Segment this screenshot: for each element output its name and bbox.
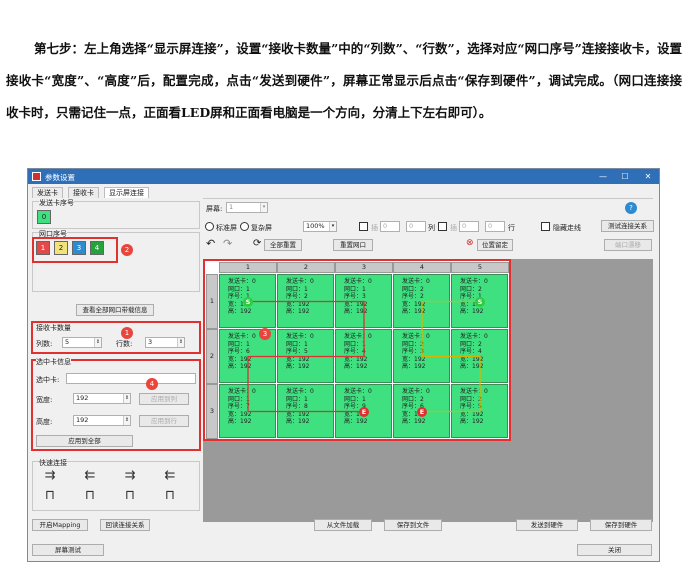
maximize-button[interactable]: ☐ — [615, 170, 635, 183]
snake-right-alt-icon[interactable]: ⇉ — [120, 467, 140, 485]
hide-lines-label: 隐藏走线 — [553, 224, 581, 232]
insert-row-a[interactable]: 0 — [459, 221, 479, 232]
row-unit-label: 行 — [508, 224, 515, 232]
rows-label: 行数: — [116, 340, 133, 348]
start-marker: S — [475, 296, 485, 307]
separator — [203, 198, 653, 199]
help-icon[interactable]: ? — [625, 202, 637, 214]
sender-card-0[interactable]: 0 — [37, 210, 51, 224]
send-to-hardware-button[interactable]: 发送到硬件 — [516, 519, 578, 531]
insert-row-label: 插 — [450, 224, 457, 232]
undo-icon[interactable]: ↶ — [206, 237, 215, 250]
width-input[interactable]: 192 ⇕ — [73, 393, 131, 404]
insert-col-checkbox[interactable] — [359, 222, 368, 231]
lock-position-button[interactable]: 位置留定 — [477, 239, 513, 251]
cols-label: 列数: — [36, 340, 53, 348]
snake-left-alt-icon[interactable]: ⇇ — [160, 467, 180, 485]
save-to-hardware-button[interactable]: 保存到硬件 — [590, 519, 652, 531]
snake-down-alt-icon[interactable]: ⊓ — [160, 487, 180, 505]
sel-group-label: 选中卡信息 — [36, 357, 71, 367]
apply-to-all-button[interactable]: 应用到全部 — [36, 435, 133, 447]
highlight-ports — [32, 237, 118, 263]
start-marker: S — [243, 296, 253, 307]
minimize-button[interactable]: — — [593, 170, 613, 183]
height-input[interactable]: 192 ⇕ — [73, 415, 131, 426]
reset-icon: ⟳ — [253, 238, 262, 249]
redo-icon[interactable]: ↷ — [223, 237, 232, 250]
snake-up-icon[interactable]: ⊓ — [40, 487, 60, 505]
height-label: 高度: — [36, 418, 53, 426]
badge-2: 2 — [121, 244, 133, 256]
connection-path — [247, 300, 365, 413]
tab-screen-connection[interactable]: 显示屏连接 — [104, 187, 149, 198]
save-file-button[interactable]: 保存到文件 — [384, 519, 442, 531]
test-connection-button[interactable]: 测试连接关系 — [601, 220, 654, 232]
port-shift-button[interactable]: 端口漂移 — [604, 239, 652, 251]
receiver-card-grid: 1 2 3 4 5 1 2 3 发送卡：0 网口：1 序号：1 宽：192 高：192 发送卡：0 网口：1… — [203, 259, 511, 441]
connection-lines — [247, 300, 481, 413]
badge-4: 4 — [146, 378, 158, 390]
close-button[interactable]: 关闭 — [577, 544, 652, 556]
apply-to-column-button[interactable]: 应用到列 — [139, 393, 189, 405]
instruction-paragraph: 第七步：左上角选择“显示屏连接”，设置“接收卡数量”中的“列数”、“行数”，选择… — [6, 41, 682, 120]
rows-input[interactable]: 3 ⇕ — [145, 337, 185, 348]
canvas-background-bottom — [203, 441, 511, 522]
sel-card-label: 选中卡: — [36, 376, 60, 384]
enable-mapping-button[interactable]: 开启Mapping — [32, 519, 88, 531]
apply-to-row-button[interactable]: 应用到行 — [139, 415, 189, 427]
radio-complex[interactable] — [240, 222, 249, 231]
lock-icon: ⊗ — [466, 238, 474, 248]
screen-test-button[interactable]: 屏幕测试 — [32, 544, 104, 556]
snake-left-icon[interactable]: ⇇ — [80, 467, 100, 485]
insert-row-checkbox[interactable] — [438, 222, 447, 231]
tab-sender-card[interactable]: 发送卡 — [32, 187, 63, 198]
app-icon — [32, 172, 41, 181]
insert-col-label: 插 — [371, 224, 378, 232]
end-marker: E — [417, 406, 427, 417]
col-unit-label: 列 — [428, 224, 435, 232]
screen-select[interactable]: 1 ▾ — [226, 202, 268, 213]
radio-complex-label: 复杂屏 — [251, 224, 272, 232]
snake-up-alt-icon[interactable]: ⊓ — [120, 487, 140, 505]
radio-standard-label: 标准屏 — [216, 224, 237, 232]
hide-lines-checkbox[interactable] — [541, 222, 550, 231]
sel-card-input[interactable] — [66, 373, 196, 384]
insert-row-b[interactable]: 0 — [485, 221, 505, 232]
badge-1: 1 — [121, 327, 133, 339]
title-bar: 参数设置 — ☐ ✕ — [28, 169, 659, 184]
screen-label: 屏幕: — [206, 205, 223, 213]
canvas-background — [511, 259, 653, 522]
reset-all-button[interactable]: 全部重置 — [264, 239, 302, 251]
close-window-button[interactable]: ✕ — [638, 170, 658, 183]
window-title: 参数设置 — [45, 173, 75, 182]
zoom-select[interactable]: 100% ▾ — [303, 221, 337, 232]
insert-col-a[interactable]: 0 — [380, 221, 400, 232]
sender-group-label: 发送卡序号 — [39, 198, 74, 208]
read-connection-button[interactable]: 回读连接关系 — [100, 519, 150, 531]
count-group-label: 接收卡数量 — [36, 324, 71, 332]
snake-down-icon[interactable]: ⊓ — [80, 487, 100, 505]
load-file-button[interactable]: 从文件加载 — [314, 519, 372, 531]
cols-input[interactable]: 5 ⇕ — [62, 337, 102, 348]
width-label: 宽度: — [36, 396, 53, 404]
view-port-load-button[interactable]: 查看全部网口带载信息 — [76, 304, 154, 316]
snake-right-icon[interactable]: ⇉ — [40, 467, 60, 485]
sender-card-group: 发送卡序号 0 — [32, 198, 200, 229]
tab-receiver-card[interactable]: 接收卡 — [68, 187, 99, 198]
end-marker: E — [359, 406, 369, 417]
badge-3: 3 — [259, 328, 271, 340]
reset-port-button[interactable]: 重置网口 — [333, 239, 373, 251]
connection-path — [421, 300, 481, 413]
insert-col-b[interactable]: 0 — [406, 221, 426, 232]
radio-standard[interactable] — [205, 222, 214, 231]
settings-window: 参数设置 — ☐ ✕ 发送卡 接收卡 显示屏连接 发送卡序号 0 网口序号 1 … — [27, 168, 660, 562]
